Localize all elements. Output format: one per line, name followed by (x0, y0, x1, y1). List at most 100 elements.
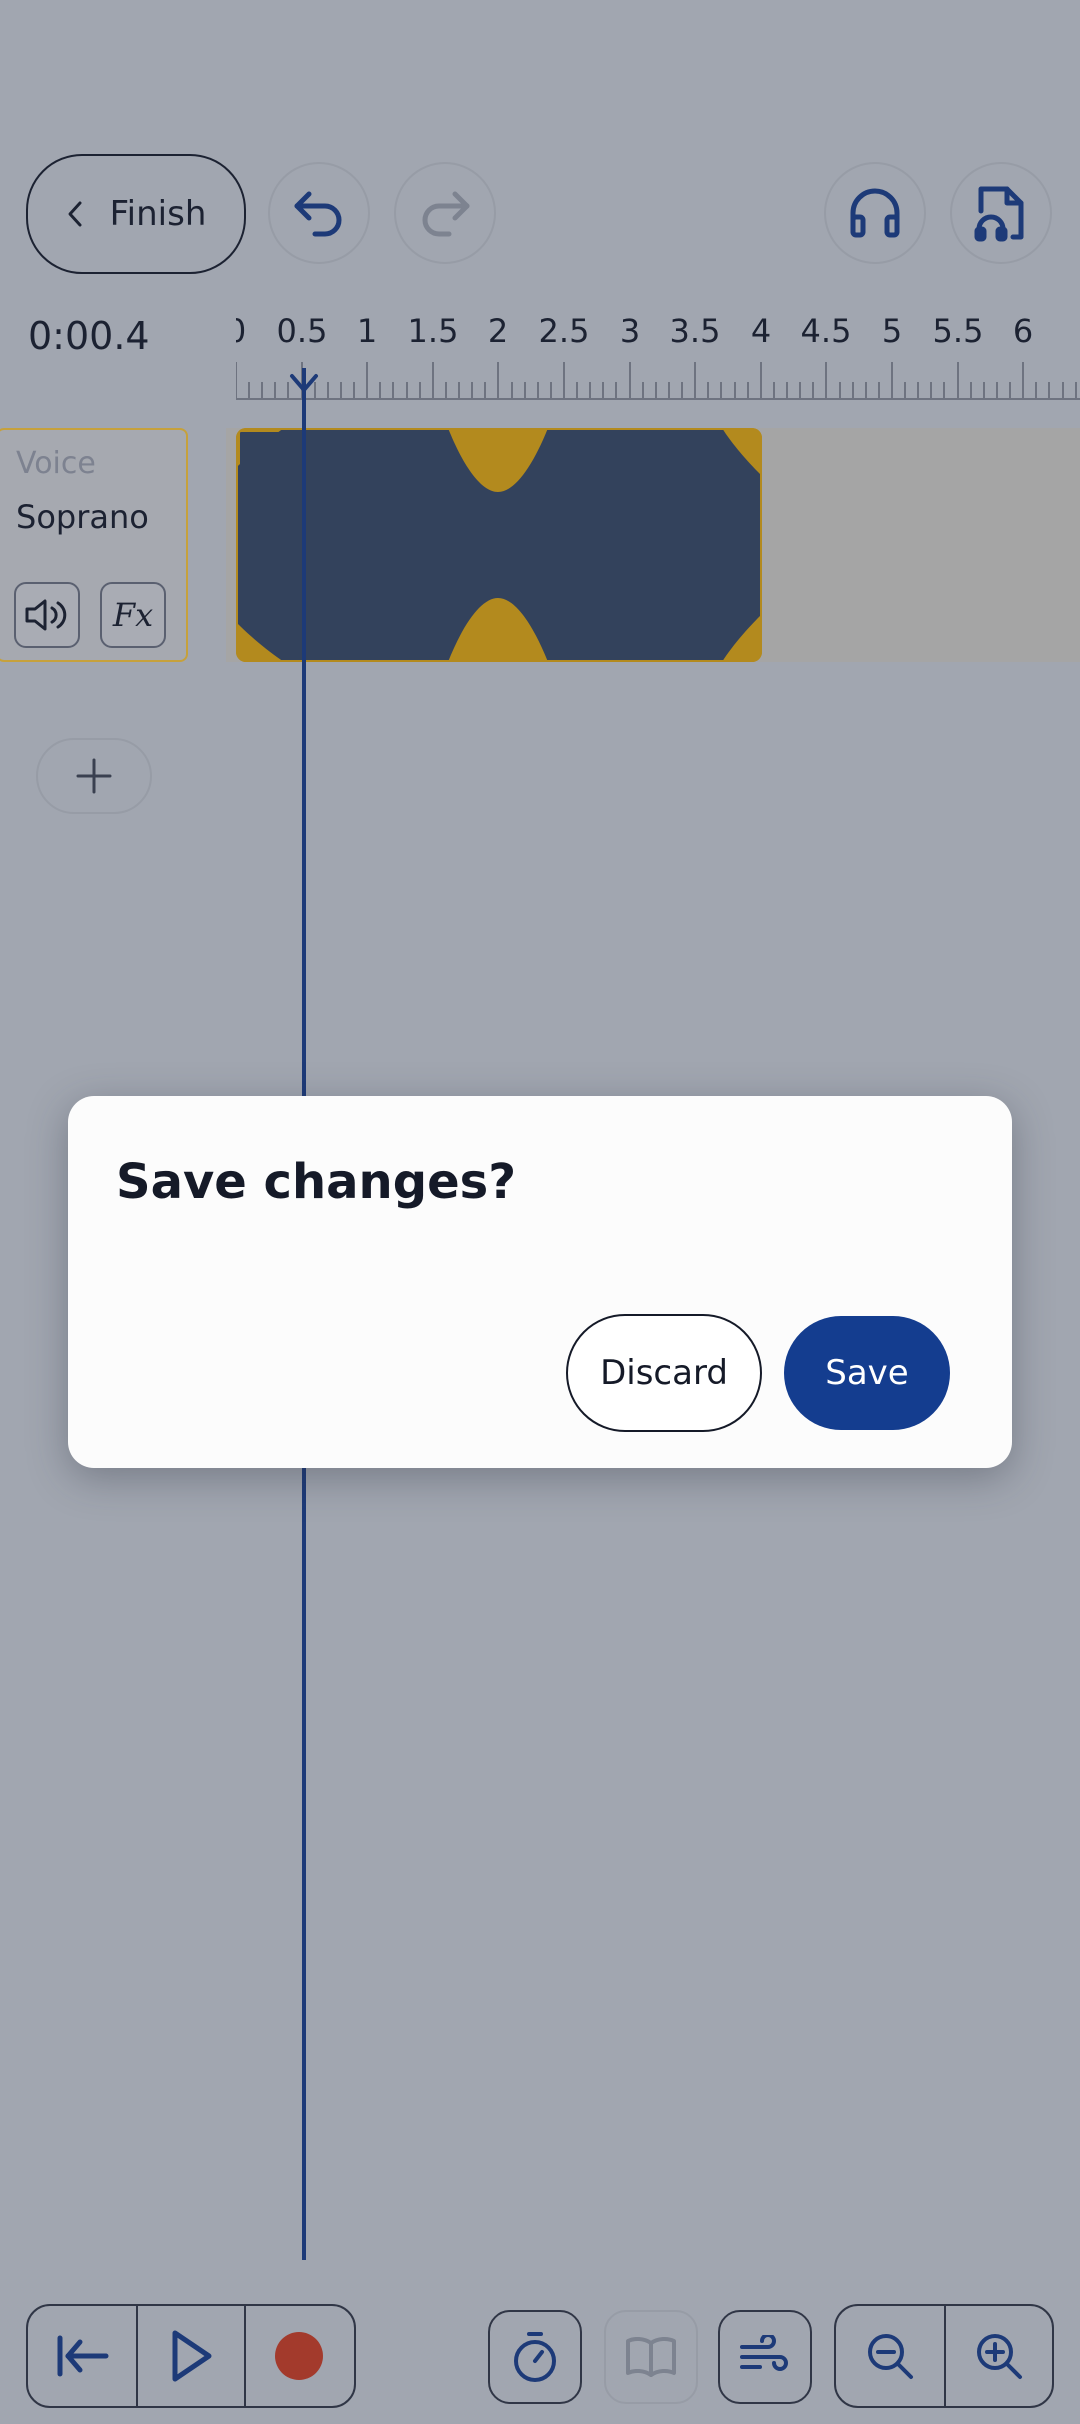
ruler-major-tick (891, 362, 893, 398)
ruler-label: 1 (356, 312, 378, 350)
ruler-label: 5 (881, 312, 903, 350)
track-volume-button[interactable] (14, 582, 80, 648)
skip-to-start-button[interactable] (28, 2306, 136, 2406)
ruler-label: 3.5 (669, 312, 721, 350)
ruler-minor-tick (838, 382, 841, 398)
ruler-minor-tick (379, 382, 382, 398)
ruler-minor-tick (877, 382, 880, 398)
ruler-minor-tick (681, 382, 684, 398)
ruler-minor-tick (1048, 382, 1051, 398)
undo-button[interactable] (268, 162, 370, 264)
ruler-minor-tick (615, 382, 618, 398)
playhead-marker-icon[interactable] (288, 370, 320, 396)
timer-button[interactable] (488, 2310, 582, 2404)
ruler-minor-tick (248, 382, 251, 398)
ruler-label: 2.5 (538, 312, 590, 350)
ruler-major-tick (956, 362, 959, 398)
ruler-minor-tick (969, 382, 972, 398)
ruler-minor-tick (772, 382, 775, 398)
ruler-minor-tick (720, 382, 723, 398)
ruler-minor-tick (995, 382, 998, 398)
ruler-major-tick (1022, 362, 1025, 398)
finish-button[interactable]: Finish (26, 154, 246, 274)
ruler-minor-tick (339, 382, 342, 398)
ruler-minor-tick (641, 382, 644, 398)
ruler-minor-tick (405, 382, 408, 398)
skip-to-start-icon (54, 2334, 110, 2378)
add-track-button[interactable] (36, 738, 152, 814)
record-button[interactable] (244, 2306, 352, 2406)
ruler-minor-tick (812, 382, 815, 398)
ruler-major-tick (694, 362, 697, 398)
headphones-icon (847, 185, 903, 241)
fx-label: Fx (112, 596, 154, 634)
ruler-label: 0 (236, 312, 247, 350)
ruler-minor-tick (707, 382, 710, 398)
ruler-minor-tick (667, 382, 670, 398)
ruler-major-tick (497, 362, 500, 398)
ruler-minor-tick (930, 382, 933, 398)
ruler-major-tick (236, 362, 237, 398)
undo-icon (291, 188, 347, 238)
ruler-minor-tick (1074, 382, 1077, 398)
ruler-major-tick (628, 362, 631, 398)
ruler-label: 3 (619, 312, 641, 350)
ruler-minor-tick (392, 382, 395, 398)
ruler-label: 2 (487, 312, 509, 350)
zoom-in-button[interactable] (944, 2306, 1052, 2406)
ruler-major-tick (825, 362, 828, 398)
zoom-out-button[interactable] (836, 2306, 944, 2406)
play-icon (167, 2329, 215, 2383)
finish-label: Finish (109, 194, 207, 234)
ruler-baseline (236, 398, 1080, 400)
ruler-minor-tick (917, 382, 920, 398)
breath-button[interactable] (718, 2310, 812, 2404)
track-type-label: Voice (16, 446, 96, 481)
ruler-minor-tick (484, 382, 487, 398)
book-icon (624, 2335, 678, 2379)
redo-button[interactable] (394, 162, 496, 264)
time-ruler[interactable]: 0 0.5 1 1.5 2 2.5 3 3.5 4 4.5 5 5.5 6 6 (236, 312, 1080, 402)
ruler-minor-tick (326, 382, 329, 398)
ruler-label: 4 (750, 312, 772, 350)
save-button[interactable]: Save (784, 1316, 950, 1430)
speaker-icon (23, 595, 71, 635)
export-audio-button[interactable] (950, 162, 1052, 264)
ruler-minor-tick (982, 382, 985, 398)
zoom-controls (834, 2304, 1054, 2408)
ruler-major-tick (759, 362, 762, 398)
lyrics-button[interactable] (604, 2310, 698, 2404)
ruler-minor-tick (654, 382, 657, 398)
ruler-minor-tick (549, 382, 552, 398)
record-icon (273, 2330, 325, 2382)
ruler-label: 1.5 (407, 312, 459, 350)
ruler-minor-tick (589, 382, 592, 398)
ruler-minor-tick (444, 382, 447, 398)
ruler-minor-tick (799, 382, 802, 398)
ruler-minor-tick (943, 382, 946, 398)
ruler-major-tick (366, 362, 369, 398)
ruler-minor-tick (471, 382, 474, 398)
ruler-minor-tick (510, 382, 513, 398)
ruler-label: 5.5 (932, 312, 984, 350)
ruler-minor-tick (536, 382, 539, 398)
ruler-minor-tick (1009, 382, 1012, 398)
ruler-minor-tick (904, 382, 907, 398)
audio-clip[interactable] (236, 428, 762, 662)
discard-button[interactable]: Discard (566, 1314, 762, 1432)
ruler-minor-tick (1061, 382, 1064, 398)
ruler-minor-tick (274, 382, 277, 398)
monitor-button[interactable] (824, 162, 926, 264)
track-header[interactable]: Voice Soprano Fx (0, 428, 188, 662)
play-button[interactable] (136, 2306, 244, 2406)
track-fx-button[interactable]: Fx (100, 582, 166, 648)
plus-icon (74, 756, 114, 796)
ruler-label: 0.5 (276, 312, 328, 350)
ruler-minor-tick (746, 382, 749, 398)
ruler-minor-tick (523, 382, 526, 398)
ruler-minor-tick (851, 382, 854, 398)
ruler-minor-tick (353, 382, 356, 398)
ruler-minor-tick (261, 382, 264, 398)
ruler-minor-tick (602, 382, 605, 398)
dialog-title: Save changes? (116, 1154, 517, 1210)
